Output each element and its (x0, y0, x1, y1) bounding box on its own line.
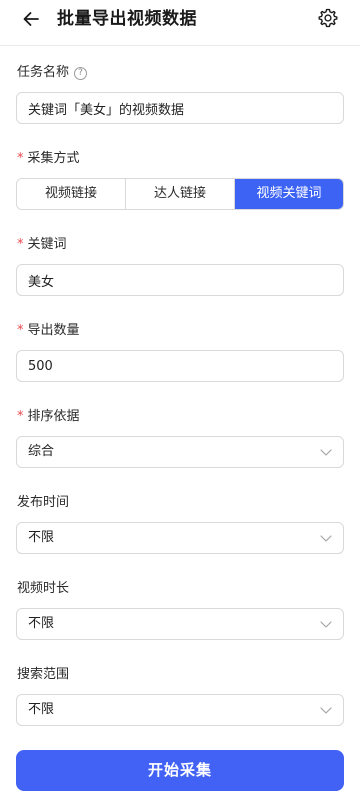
required-mark: * (17, 151, 24, 166)
keyword-input[interactable] (28, 265, 328, 295)
segment-video-keyword[interactable]: 视频关键词 (235, 179, 343, 209)
page-title: 批量导出视频数据 (57, 9, 197, 29)
gear-icon (318, 8, 338, 28)
back-button[interactable] (20, 9, 46, 29)
export-count-label: * 导出数量 (17, 323, 80, 338)
task-name-label: 任务名称? (17, 64, 88, 82)
video-duration-value: 不限 (28, 616, 55, 631)
search-scope-value: 不限 (28, 702, 55, 717)
chevron-down-icon (320, 535, 332, 542)
search-scope-label: 搜索范围 (17, 667, 70, 682)
publish-time-value: 不限 (28, 530, 55, 545)
collect-method-segmented: 视频链接 达人链接 视频关键词 (16, 178, 344, 210)
task-name-input[interactable] (28, 93, 328, 123)
export-count-input[interactable] (28, 351, 328, 381)
search-scope-select[interactable]: 不限 (16, 694, 344, 726)
publish-time-select[interactable]: 不限 (16, 522, 344, 554)
header-bar: 批量导出视频数据 (0, 0, 360, 46)
segment-video-link[interactable]: 视频链接 (17, 179, 126, 209)
segment-creator-link[interactable]: 达人链接 (126, 179, 235, 209)
keyword-label: * 关键词 (17, 237, 67, 252)
chevron-down-icon (320, 707, 332, 714)
chevron-down-icon (320, 621, 332, 628)
arrow-left-icon (23, 12, 39, 26)
question-circle-icon[interactable]: ? (74, 67, 88, 80)
task-name-field[interactable] (16, 92, 344, 124)
settings-button[interactable] (317, 7, 339, 29)
video-duration-select[interactable]: 不限 (16, 608, 344, 640)
required-mark: * (17, 237, 24, 252)
chevron-down-icon (320, 449, 332, 456)
required-mark: * (17, 323, 24, 338)
publish-time-label: 发布时间 (17, 495, 70, 510)
video-duration-label: 视频时长 (17, 581, 70, 596)
sort-by-value: 综合 (28, 444, 55, 459)
required-mark: * (17, 409, 24, 424)
start-collect-button[interactable]: 开始采集 (16, 750, 344, 791)
sort-by-label: * 排序依据 (17, 409, 80, 424)
keyword-field[interactable] (16, 264, 344, 296)
sort-by-select[interactable]: 综合 (16, 436, 344, 468)
collect-method-label: * 采集方式 (17, 151, 80, 166)
export-count-field[interactable] (16, 350, 344, 382)
